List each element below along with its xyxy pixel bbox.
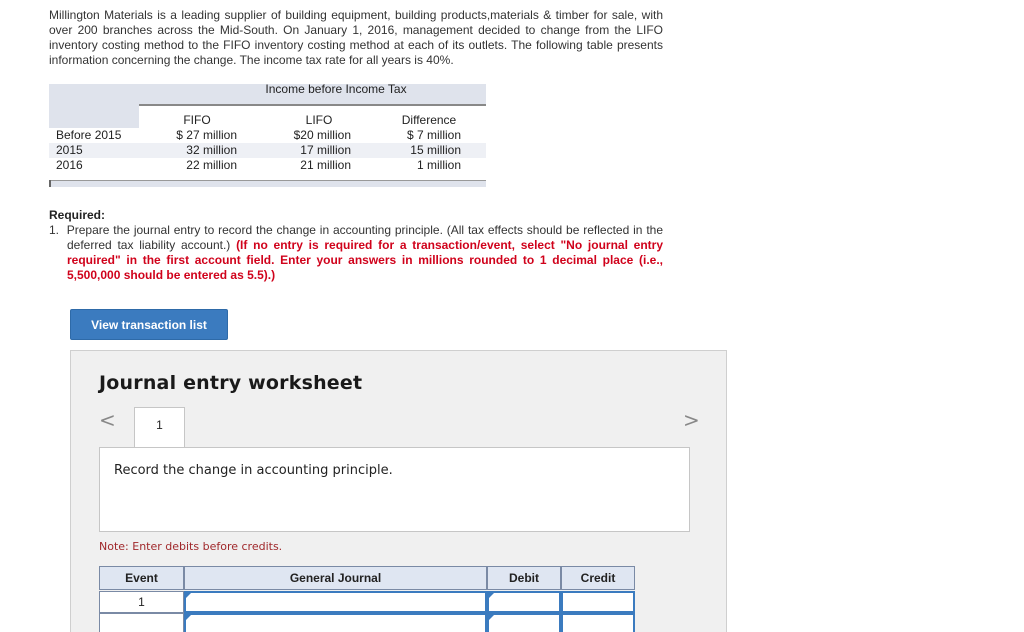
difference-value: 1 million — [416, 158, 461, 172]
column-header-row: FIFO LIFO Difference — [49, 113, 486, 128]
required-section: Required: 1. Prepare the journal entry t… — [49, 208, 663, 283]
event-number: 1 — [138, 595, 145, 609]
table-row: 2016 22 million 21 million 1 million — [49, 158, 486, 173]
input-marker-icon — [489, 615, 494, 620]
credit-input[interactable] — [561, 613, 635, 632]
item-number: 1. — [49, 223, 60, 237]
difference-value: $ 7 million — [406, 128, 461, 142]
column-header-lifo: LIFO — [305, 113, 333, 127]
chevron-right-icon[interactable]: > — [683, 408, 700, 432]
table-footer-bar — [49, 180, 486, 187]
problem-intro: Millington Materials is a leading suppli… — [49, 8, 663, 67]
fifo-value: 22 million — [186, 158, 237, 172]
required-title: Required: — [49, 208, 106, 222]
difference-value: 15 million — [410, 143, 461, 157]
lifo-value: 17 million — [300, 143, 351, 157]
debit-input[interactable] — [487, 613, 561, 632]
column-header-difference: Difference — [401, 113, 457, 127]
lifo-value: 21 million — [300, 158, 351, 172]
fifo-value: $ 27 million — [176, 128, 237, 142]
income-table: Income before Income Tax FIFO LIFO Diffe… — [49, 80, 486, 187]
table-group-header: Income before Income Tax — [265, 82, 407, 96]
dropdown-marker-icon — [186, 593, 191, 598]
event-cell — [99, 613, 184, 632]
dropdown-marker-icon — [186, 615, 191, 620]
row-label: 2015 — [56, 143, 83, 157]
account-select[interactable] — [184, 591, 487, 613]
tab-transaction-1[interactable]: 1 — [134, 407, 185, 449]
column-header-fifo: FIFO — [183, 113, 211, 127]
view-transaction-list-button[interactable]: View transaction list — [70, 309, 228, 340]
prompt-text: Record the change in accounting principl… — [114, 463, 393, 478]
column-header-event: Event — [99, 566, 184, 590]
event-cell: 1 — [99, 591, 184, 613]
header-divider — [139, 104, 486, 106]
debit-credit-note: Note: Enter debits before credits. — [99, 540, 283, 553]
row-label: Before 2015 — [56, 128, 122, 142]
lifo-value: $20 million — [293, 128, 351, 142]
table-footer-edge — [49, 180, 51, 187]
prompt-box: Record the change in accounting principl… — [99, 447, 690, 532]
account-select[interactable] — [184, 613, 487, 632]
chevron-left-icon[interactable]: < — [99, 408, 116, 432]
fifo-value: 32 million — [186, 143, 237, 157]
required-item: 1. Prepare the journal entry to record t… — [49, 223, 663, 283]
column-header-credit: Credit — [561, 566, 635, 590]
row-label: 2016 — [56, 158, 83, 172]
debit-input[interactable] — [487, 591, 561, 613]
column-header-general-journal: General Journal — [184, 566, 487, 590]
worksheet-title: Journal entry worksheet — [99, 372, 363, 394]
table-row: Before 2015 $ 27 million $20 million $ 7… — [49, 128, 486, 143]
credit-input[interactable] — [561, 591, 635, 613]
column-header-debit: Debit — [487, 566, 561, 590]
table-row: 2015 32 million 17 million 15 million — [49, 143, 486, 158]
input-marker-icon — [489, 593, 494, 598]
journal-entry-worksheet: Journal entry worksheet < > 1 Record the… — [70, 350, 727, 632]
